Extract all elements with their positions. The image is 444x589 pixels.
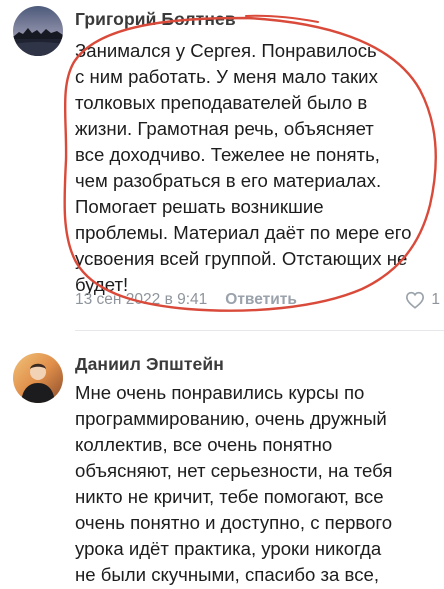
comment-1: Григорий Болтнев Занимался у Сергея. Пон…: [0, 0, 444, 331]
comment-text-line: чем разобраться в его материалах.: [75, 170, 382, 191]
comment-text: Мне очень понравились курсы по программи…: [75, 380, 440, 588]
comment-text: Занимался у Сергея. Понравилось с ним ра…: [75, 38, 440, 298]
comment-text-line: с ним работать. У меня мало таких: [75, 66, 378, 87]
person-avatar-icon: [13, 353, 63, 403]
comment-text-line: коллектив, все очень понятно: [75, 434, 333, 455]
comment-author[interactable]: Даниил Эпштейн: [75, 354, 224, 375]
comment-text-line: проблемы. Материал даёт по мере его: [75, 222, 412, 243]
comment-text-line: объясняют, нет серьезности, на тебя: [75, 460, 393, 481]
comment-text-line: никто не кричит, тебе помогают, все: [75, 486, 384, 507]
comment-text-line: все доходчиво. Тежелее не понять,: [75, 144, 380, 165]
comment-text-line: не были скучными, спасибо за все,: [75, 564, 380, 585]
comment-text-line: жизни. Грамотная речь, объясняет: [75, 118, 374, 139]
comment-date[interactable]: 13 сен 2022 в 9:41: [75, 291, 207, 308]
comment-2: Даниил Эпштейн Мне очень понравились кур…: [0, 331, 444, 589]
user-avatar[interactable]: [13, 353, 63, 403]
comment-meta: 13 сен 2022 в 9:41 Ответить: [75, 291, 297, 309]
comment-text-line: толковых преподавателей было в: [75, 92, 368, 113]
comment-text-line: программированию, очень дружный: [75, 408, 387, 429]
comment-text-line: Мне очень понравились курсы по: [75, 382, 365, 403]
landscape-avatar-icon: [13, 6, 63, 56]
reply-button[interactable]: Ответить: [225, 291, 297, 308]
comment-text-line: Занимался у Сергея. Понравилось: [75, 40, 377, 61]
comment-text-line: Помогает решать возникшие: [75, 196, 324, 217]
comment-text-line: усвоения всей группой. Отстающих не: [75, 248, 408, 269]
user-avatar[interactable]: [13, 6, 63, 56]
like-button[interactable]: 1: [405, 291, 440, 309]
comment-text-line: очень понятно и доступно, с первого: [75, 512, 393, 533]
comment-text-line: урока идёт практика, уроки никогда: [75, 538, 382, 559]
comment-author[interactable]: Григорий Болтнев: [75, 9, 236, 30]
like-count: 1: [431, 291, 440, 308]
heart-icon: [406, 291, 425, 309]
